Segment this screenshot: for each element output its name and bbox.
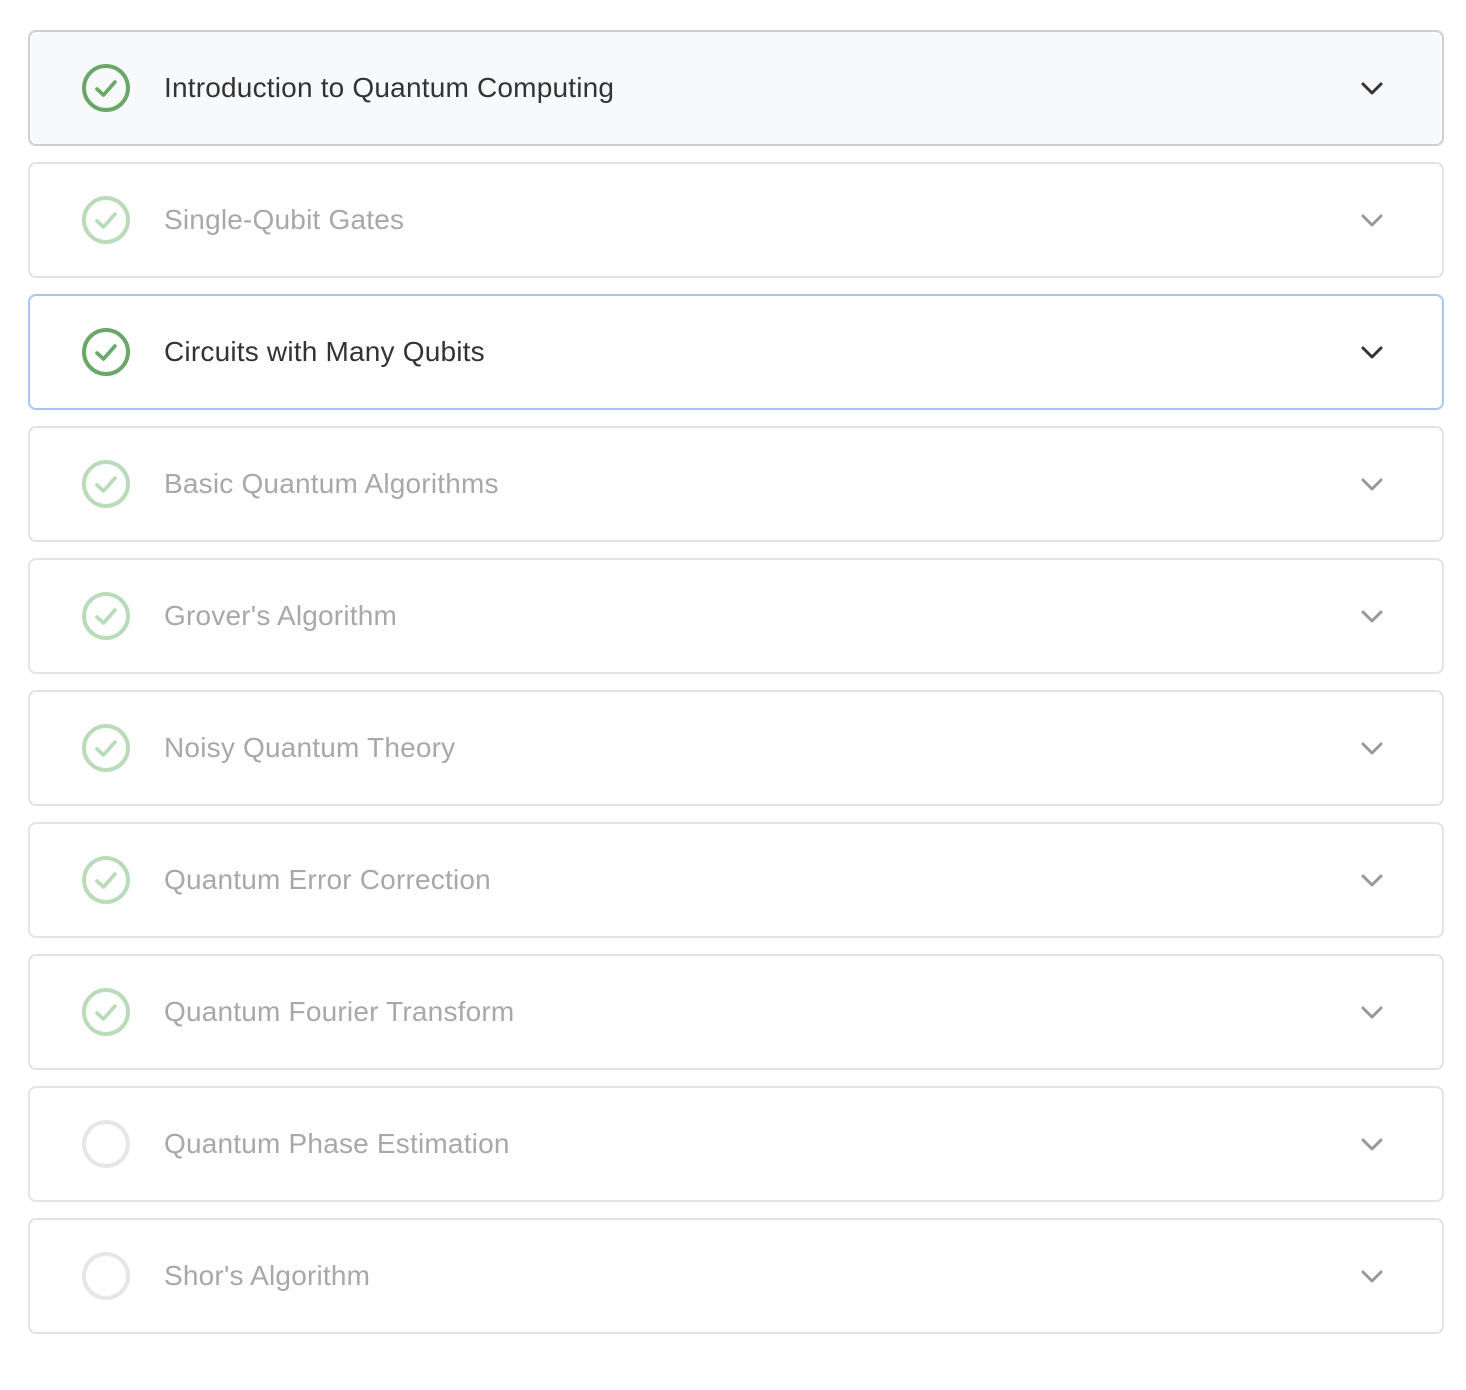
module-title: Noisy Quantum Theory [164, 732, 456, 763]
module-item-circuits-many-qubits[interactable]: Circuits with Many Qubits [28, 294, 1444, 410]
module-title: Quantum Error Correction [164, 864, 491, 895]
module-item-single-qubit-gates[interactable]: Single-Qubit Gates [28, 162, 1444, 278]
module-title: Single-Qubit Gates [164, 204, 405, 235]
chevron-down-icon[interactable] [1358, 734, 1386, 762]
module-item-shors-algorithm[interactable]: Shor's Algorithm [28, 1218, 1444, 1334]
check-circle-icon [82, 988, 130, 1036]
module-item-basic-algorithms[interactable]: Basic Quantum Algorithms [28, 426, 1444, 542]
check-circle-icon [82, 724, 130, 772]
chevron-down-icon[interactable] [1358, 338, 1386, 366]
check-circle-icon [82, 856, 130, 904]
check-circle-icon [82, 460, 130, 508]
check-circle-icon [82, 592, 130, 640]
module-title: Shor's Algorithm [164, 1260, 371, 1291]
empty-circle-icon [82, 1120, 130, 1168]
module-item-error-correction[interactable]: Quantum Error Correction [28, 822, 1444, 938]
module-title: Grover's Algorithm [164, 600, 398, 631]
module-item-fourier-transform[interactable]: Quantum Fourier Transform [28, 954, 1444, 1070]
chevron-down-icon[interactable] [1358, 470, 1386, 498]
chevron-down-icon[interactable] [1358, 1262, 1386, 1290]
module-item-phase-estimation[interactable]: Quantum Phase Estimation [28, 1086, 1444, 1202]
module-item-grovers-algorithm[interactable]: Grover's Algorithm [28, 558, 1444, 674]
chevron-down-icon[interactable] [1358, 74, 1386, 102]
module-item-intro[interactable]: Introduction to Quantum Computing [28, 30, 1444, 146]
module-title: Introduction to Quantum Computing [164, 72, 615, 103]
check-circle-icon [82, 196, 130, 244]
empty-circle-icon [82, 1252, 130, 1300]
module-item-noisy-quantum-theory[interactable]: Noisy Quantum Theory [28, 690, 1444, 806]
module-list: Introduction to Quantum Computing Single… [28, 30, 1444, 1350]
module-title: Basic Quantum Algorithms [164, 468, 499, 499]
chevron-down-icon[interactable] [1358, 206, 1386, 234]
chevron-down-icon[interactable] [1358, 602, 1386, 630]
check-circle-icon [82, 328, 130, 376]
chevron-down-icon[interactable] [1358, 998, 1386, 1026]
module-title: Quantum Phase Estimation [164, 1128, 510, 1159]
check-circle-icon [82, 64, 130, 112]
chevron-down-icon[interactable] [1358, 1130, 1386, 1158]
module-title: Quantum Fourier Transform [164, 996, 515, 1027]
chevron-down-icon[interactable] [1358, 866, 1386, 894]
module-title: Circuits with Many Qubits [164, 336, 485, 367]
